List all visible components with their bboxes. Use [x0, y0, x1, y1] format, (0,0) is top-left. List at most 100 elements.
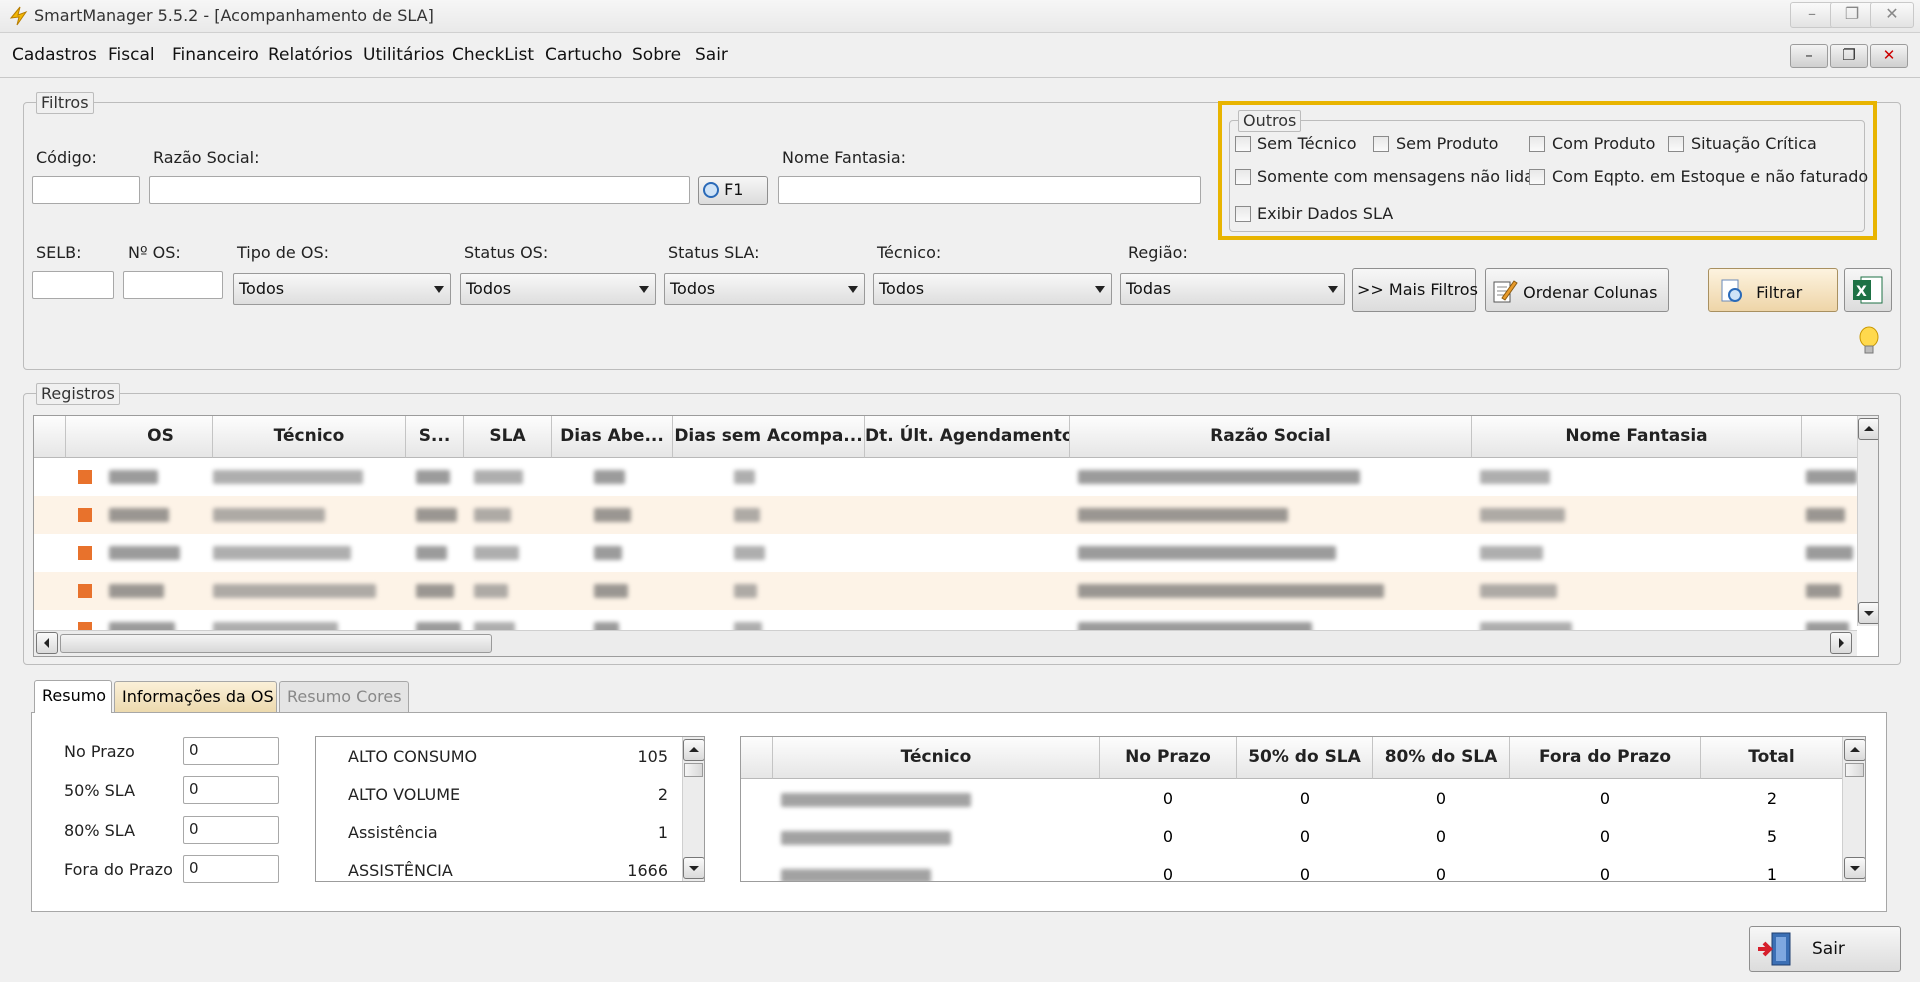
scroll-up-button[interactable]: [1858, 418, 1878, 440]
menu-sair[interactable]: Sair: [695, 45, 728, 65]
com-eqpto-checkbox[interactable]: [1529, 169, 1545, 185]
scroll-down-button[interactable]: [1844, 857, 1865, 879]
chevron-up-icon: [1850, 747, 1860, 752]
redacted-cell: [1480, 508, 1565, 522]
col-dias-sem-acompanhamento[interactable]: Dias sem Acompa...: [673, 416, 865, 458]
exibir-sla-checkbox[interactable]: [1235, 206, 1251, 222]
col-os[interactable]: OS: [109, 416, 213, 458]
razao-social-input[interactable]: [149, 176, 690, 204]
col-total[interactable]: Total: [1701, 737, 1843, 779]
tab-resumo-cores[interactable]: Resumo Cores: [279, 681, 409, 713]
lightbulb-icon[interactable]: [1858, 325, 1880, 359]
vscroll-thumb[interactable]: [1845, 763, 1864, 777]
scroll-down-button[interactable]: [1858, 602, 1878, 624]
somente-mensagens-checkbox[interactable]: [1235, 169, 1251, 185]
col-sla[interactable]: SLA: [464, 416, 552, 458]
menu-utilitarios[interactable]: Utilitários: [363, 45, 444, 65]
tecnico-label: Técnico:: [877, 243, 942, 262]
col-tecnico[interactable]: Técnico: [773, 737, 1100, 779]
sem-tecnico-checkbox[interactable]: [1235, 136, 1251, 152]
col-s[interactable]: S...: [406, 416, 464, 458]
fora-prazo-label: Fora do Prazo: [64, 860, 173, 879]
nos-input[interactable]: [123, 271, 223, 299]
fora-prazo-value[interactable]: 0: [183, 855, 279, 883]
hscroll-thumb[interactable]: [60, 634, 492, 653]
col-nome-fantasia[interactable]: Nome Fantasia: [1472, 416, 1802, 458]
tab-resumo[interactable]: Resumo: [34, 680, 112, 713]
menu-financeiro[interactable]: Financeiro: [172, 45, 259, 65]
table-row[interactable]: [34, 572, 1857, 610]
menu-checklist[interactable]: CheckList: [452, 45, 534, 65]
tipo-os-select[interactable]: Todos: [233, 273, 451, 305]
mdi-close-button[interactable]: ✕: [1870, 44, 1908, 68]
restore-button[interactable]: ❐: [1830, 2, 1874, 28]
col-80-sla[interactable]: 80% do SLA: [1373, 737, 1510, 779]
col-dt-ult-agendamento[interactable]: Dt. Últ. Agendamento: [865, 416, 1070, 458]
edit-columns-icon: [1493, 280, 1518, 303]
chevron-down-icon: [1864, 611, 1874, 616]
regiao-select[interactable]: Todas: [1120, 273, 1345, 305]
tab-informacoes-os[interactable]: Informações da OS: [114, 681, 277, 713]
export-excel-button[interactable]: X: [1844, 268, 1892, 312]
com-produto-checkbox[interactable]: [1529, 136, 1545, 152]
scroll-down-button[interactable]: [683, 857, 704, 879]
scroll-right-button[interactable]: [1830, 632, 1852, 654]
ordenar-colunas-button[interactable]: Ordenar Colunas: [1485, 268, 1669, 312]
redacted-cell: [594, 508, 631, 522]
scroll-left-button[interactable]: [36, 632, 58, 654]
sair-button[interactable]: Sair: [1749, 926, 1901, 972]
codigo-label: Código:: [36, 148, 97, 167]
chevron-up-icon: [1864, 426, 1874, 431]
row-status-marker: [78, 470, 92, 484]
redacted-cell: [781, 831, 951, 845]
sla80-value[interactable]: 0: [183, 816, 279, 844]
table-cell: 0: [1299, 865, 1311, 882]
tecnico-select[interactable]: Todos: [873, 273, 1112, 305]
minimize-button[interactable]: –: [1790, 2, 1834, 28]
tecnico-summary-grid: Técnico No Prazo 50% do SLA 80% do SLA F…: [740, 736, 1866, 882]
status-os-label: Status OS:: [464, 243, 549, 262]
table-row[interactable]: [34, 496, 1857, 534]
redacted-cell: [416, 508, 457, 522]
sla50-value[interactable]: 0: [183, 776, 279, 804]
table-row[interactable]: 0 0 0 0 2: [741, 781, 1841, 819]
tecnico-vscroll[interactable]: [1842, 737, 1865, 881]
col-no-prazo[interactable]: No Prazo: [1100, 737, 1237, 779]
menu-relatorios[interactable]: Relatórios: [268, 45, 353, 65]
f1-search-button[interactable]: F1: [698, 176, 768, 205]
vscroll-thumb[interactable]: [684, 763, 703, 777]
menu-cartucho[interactable]: Cartucho: [545, 45, 622, 65]
codigo-input[interactable]: [32, 176, 140, 204]
col-dias-abertos[interactable]: Dias Abe...: [552, 416, 673, 458]
menu-sobre[interactable]: Sobre: [632, 45, 681, 65]
registros-vscroll[interactable]: [1857, 416, 1878, 626]
table-row[interactable]: 0 0 0 0 5: [741, 819, 1841, 857]
menu-cadastros[interactable]: Cadastros: [12, 45, 97, 65]
col-50-sla[interactable]: 50% do SLA: [1237, 737, 1373, 779]
mdi-minimize-button[interactable]: –: [1790, 44, 1828, 68]
table-row[interactable]: [34, 534, 1857, 572]
registros-hscroll[interactable]: [34, 630, 1857, 656]
sem-produto-checkbox[interactable]: [1373, 136, 1389, 152]
table-row[interactable]: [34, 458, 1857, 496]
categorias-vscroll[interactable]: [682, 737, 704, 881]
f1-label: F1: [724, 180, 744, 199]
situacao-critica-checkbox[interactable]: [1668, 136, 1684, 152]
col-tecnico[interactable]: Técnico: [213, 416, 406, 458]
col-fora-prazo[interactable]: Fora do Prazo: [1510, 737, 1701, 779]
nome-fantasia-input[interactable]: [778, 176, 1201, 204]
status-sla-select[interactable]: Todos: [664, 273, 865, 305]
scroll-up-button[interactable]: [683, 739, 704, 761]
filtrar-button[interactable]: Filtrar: [1708, 268, 1838, 312]
status-os-select[interactable]: Todos: [460, 273, 656, 305]
menu-fiscal[interactable]: Fiscal: [108, 45, 155, 65]
scroll-up-button[interactable]: [1844, 739, 1865, 761]
com-produto-label: Com Produto: [1552, 134, 1656, 153]
close-button[interactable]: ✕: [1870, 2, 1914, 28]
no-prazo-value[interactable]: 0: [183, 737, 279, 765]
table-row[interactable]: 0 0 0 0 1: [741, 857, 1841, 882]
mdi-restore-button[interactable]: ❐: [1830, 44, 1868, 68]
mais-filtros-button[interactable]: >> Mais Filtros: [1352, 268, 1478, 312]
col-razao-social[interactable]: Razão Social: [1070, 416, 1472, 458]
selb-input[interactable]: [32, 271, 114, 299]
